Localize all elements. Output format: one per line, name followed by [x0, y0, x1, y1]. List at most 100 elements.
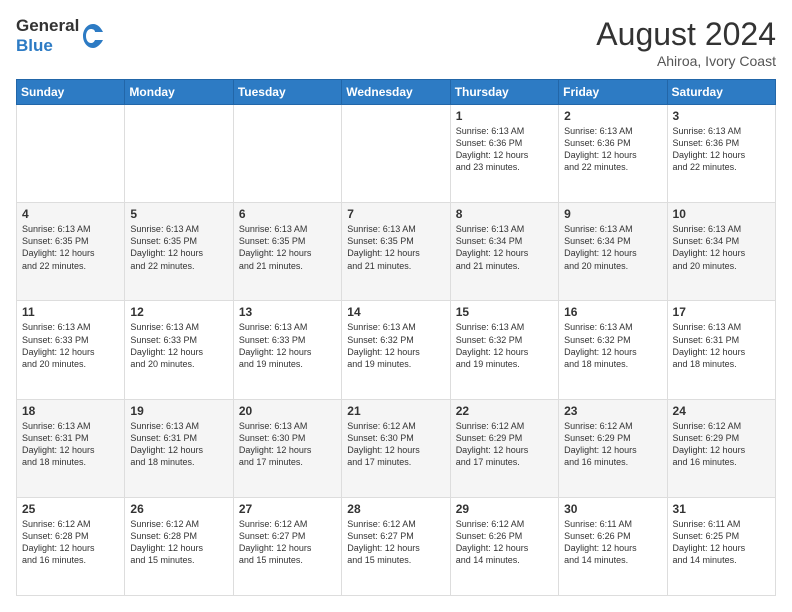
- day-info: Sunrise: 6:13 AM Sunset: 6:35 PM Dayligh…: [347, 223, 444, 272]
- day-number: 28: [347, 502, 444, 516]
- day-number: 18: [22, 404, 119, 418]
- day-info: Sunrise: 6:13 AM Sunset: 6:33 PM Dayligh…: [239, 321, 336, 370]
- day-header-thursday: Thursday: [450, 80, 558, 105]
- day-number: 27: [239, 502, 336, 516]
- logo-icon: [81, 22, 105, 50]
- day-number: 7: [347, 207, 444, 221]
- day-number: 3: [673, 109, 770, 123]
- calendar-week-1: 1 Sunrise: 6:13 AM Sunset: 6:36 PM Daylig…: [17, 105, 776, 203]
- calendar-cell: 27 Sunrise: 6:12 AM Sunset: 6:27 PM Dayli…: [233, 497, 341, 595]
- calendar-cell: [125, 105, 233, 203]
- calendar-cell: 31Sunrise: 6:11 AM Sunset: 6:25 PM Dayli…: [667, 497, 775, 595]
- day-number: 30: [564, 502, 661, 516]
- calendar-cell: 11 Sunrise: 6:13 AM Sunset: 6:33 PM Dayli…: [17, 301, 125, 399]
- calendar-cell: [342, 105, 450, 203]
- calendar-cell: 3 Sunrise: 6:13 AM Sunset: 6:36 PM Daylig…: [667, 105, 775, 203]
- logo-general: General: [16, 16, 79, 36]
- calendar-cell: 30 Sunrise: 6:11 AM Sunset: 6:26 PM Dayli…: [559, 497, 667, 595]
- calendar-cell: [233, 105, 341, 203]
- day-info: Sunrise: 6:13 AM Sunset: 6:33 PM Dayligh…: [22, 321, 119, 370]
- calendar-cell: 10Sunrise: 6:13 AM Sunset: 6:34 PM Dayli…: [667, 203, 775, 301]
- day-header-sunday: Sunday: [17, 80, 125, 105]
- calendar-cell: 4Sunrise: 6:13 AM Sunset: 6:35 PM Daylig…: [17, 203, 125, 301]
- calendar-week-5: 25 Sunrise: 6:12 AM Sunset: 6:28 PM Dayli…: [17, 497, 776, 595]
- day-number: 1: [456, 109, 553, 123]
- logo-text: General Blue: [16, 16, 79, 57]
- calendar-week-4: 18 Sunrise: 6:13 AM Sunset: 6:31 PM Dayli…: [17, 399, 776, 497]
- calendar-cell: 28 Sunrise: 6:12 AM Sunset: 6:27 PM Dayli…: [342, 497, 450, 595]
- calendar-cell: 1Sunrise: 6:13 AM Sunset: 6:36 PM Daylig…: [450, 105, 558, 203]
- day-number: 4: [22, 207, 119, 221]
- day-header-tuesday: Tuesday: [233, 80, 341, 105]
- header: General Blue August 2024 Ahiroa, Ivory C…: [16, 16, 776, 69]
- calendar-table: SundayMondayTuesdayWednesdayThursdayFrid…: [16, 79, 776, 596]
- day-number: 19: [130, 404, 227, 418]
- day-info: Sunrise: 6:13 AM Sunset: 6:36 PM Dayligh…: [564, 125, 661, 174]
- day-info: Sunrise: 6:12 AM Sunset: 6:28 PM Dayligh…: [130, 518, 227, 567]
- day-number: 15: [456, 305, 553, 319]
- day-number: 26: [130, 502, 227, 516]
- day-number: 6: [239, 207, 336, 221]
- calendar-cell: 12 Sunrise: 6:13 AM Sunset: 6:33 PM Dayli…: [125, 301, 233, 399]
- day-info: Sunrise: 6:13 AM Sunset: 6:35 PM Dayligh…: [130, 223, 227, 272]
- day-info: Sunrise: 6:13 AM Sunset: 6:33 PM Dayligh…: [130, 321, 227, 370]
- day-number: 17: [673, 305, 770, 319]
- calendar-cell: 17 Sunrise: 6:13 AM Sunset: 6:31 PM Dayli…: [667, 301, 775, 399]
- location: Ahiroa, Ivory Coast: [596, 53, 776, 69]
- calendar-cell: 13Sunrise: 6:13 AM Sunset: 6:33 PM Dayli…: [233, 301, 341, 399]
- day-info: Sunrise: 6:13 AM Sunset: 6:34 PM Dayligh…: [673, 223, 770, 272]
- calendar-cell: 21 Sunrise: 6:12 AM Sunset: 6:30 PM Dayli…: [342, 399, 450, 497]
- day-info: Sunrise: 6:13 AM Sunset: 6:30 PM Dayligh…: [239, 420, 336, 469]
- day-info: Sunrise: 6:13 AM Sunset: 6:34 PM Dayligh…: [564, 223, 661, 272]
- day-info: Sunrise: 6:13 AM Sunset: 6:36 PM Dayligh…: [673, 125, 770, 174]
- calendar-cell: 14 Sunrise: 6:13 AM Sunset: 6:32 PM Dayli…: [342, 301, 450, 399]
- day-number: 12: [130, 305, 227, 319]
- day-info: Sunrise: 6:11 AM Sunset: 6:26 PM Dayligh…: [564, 518, 661, 567]
- day-info: Sunrise: 6:12 AM Sunset: 6:27 PM Dayligh…: [239, 518, 336, 567]
- calendar-cell: 25 Sunrise: 6:12 AM Sunset: 6:28 PM Dayli…: [17, 497, 125, 595]
- day-number: 20: [239, 404, 336, 418]
- calendar-cell: 8 Sunrise: 6:13 AM Sunset: 6:34 PM Daylig…: [450, 203, 558, 301]
- day-info: Sunrise: 6:13 AM Sunset: 6:32 PM Dayligh…: [347, 321, 444, 370]
- day-number: 2: [564, 109, 661, 123]
- calendar-cell: 20 Sunrise: 6:13 AM Sunset: 6:30 PM Dayli…: [233, 399, 341, 497]
- month-year: August 2024: [596, 16, 776, 53]
- day-info: Sunrise: 6:12 AM Sunset: 6:28 PM Dayligh…: [22, 518, 119, 567]
- day-number: 16: [564, 305, 661, 319]
- calendar-cell: 19Sunrise: 6:13 AM Sunset: 6:31 PM Dayli…: [125, 399, 233, 497]
- calendar-cell: 26 Sunrise: 6:12 AM Sunset: 6:28 PM Dayli…: [125, 497, 233, 595]
- day-info: Sunrise: 6:13 AM Sunset: 6:34 PM Dayligh…: [456, 223, 553, 272]
- calendar-week-3: 11 Sunrise: 6:13 AM Sunset: 6:33 PM Dayli…: [17, 301, 776, 399]
- day-number: 9: [564, 207, 661, 221]
- day-number: 8: [456, 207, 553, 221]
- day-info: Sunrise: 6:12 AM Sunset: 6:27 PM Dayligh…: [347, 518, 444, 567]
- day-number: 11: [22, 305, 119, 319]
- day-info: Sunrise: 6:11 AM Sunset: 6:25 PM Dayligh…: [673, 518, 770, 567]
- day-header-friday: Friday: [559, 80, 667, 105]
- day-number: 14: [347, 305, 444, 319]
- day-header-monday: Monday: [125, 80, 233, 105]
- day-info: Sunrise: 6:12 AM Sunset: 6:29 PM Dayligh…: [673, 420, 770, 469]
- day-number: 22: [456, 404, 553, 418]
- day-number: 21: [347, 404, 444, 418]
- logo: General Blue: [16, 16, 105, 57]
- day-info: Sunrise: 6:13 AM Sunset: 6:31 PM Dayligh…: [673, 321, 770, 370]
- day-number: 5: [130, 207, 227, 221]
- calendar-cell: 24Sunrise: 6:12 AM Sunset: 6:29 PM Dayli…: [667, 399, 775, 497]
- day-info: Sunrise: 6:13 AM Sunset: 6:31 PM Dayligh…: [22, 420, 119, 469]
- day-info: Sunrise: 6:13 AM Sunset: 6:35 PM Dayligh…: [239, 223, 336, 272]
- day-header-wednesday: Wednesday: [342, 80, 450, 105]
- calendar-header-row: SundayMondayTuesdayWednesdayThursdayFrid…: [17, 80, 776, 105]
- day-info: Sunrise: 6:12 AM Sunset: 6:29 PM Dayligh…: [456, 420, 553, 469]
- day-header-saturday: Saturday: [667, 80, 775, 105]
- calendar-week-2: 4 Sunrise: 6:13 AM Sunset: 6:35 PM Daylig…: [17, 203, 776, 301]
- calendar-cell: 2 Sunrise: 6:13 AM Sunset: 6:36 PM Daylig…: [559, 105, 667, 203]
- calendar-cell: 29Sunrise: 6:12 AM Sunset: 6:26 PM Dayli…: [450, 497, 558, 595]
- logo-blue: Blue: [16, 36, 79, 56]
- calendar-cell: 6 Sunrise: 6:13 AM Sunset: 6:35 PM Daylig…: [233, 203, 341, 301]
- title-block: August 2024 Ahiroa, Ivory Coast: [596, 16, 776, 69]
- day-number: 25: [22, 502, 119, 516]
- day-info: Sunrise: 6:12 AM Sunset: 6:30 PM Dayligh…: [347, 420, 444, 469]
- day-info: Sunrise: 6:12 AM Sunset: 6:26 PM Dayligh…: [456, 518, 553, 567]
- calendar-cell: 5 Sunrise: 6:13 AM Sunset: 6:35 PM Daylig…: [125, 203, 233, 301]
